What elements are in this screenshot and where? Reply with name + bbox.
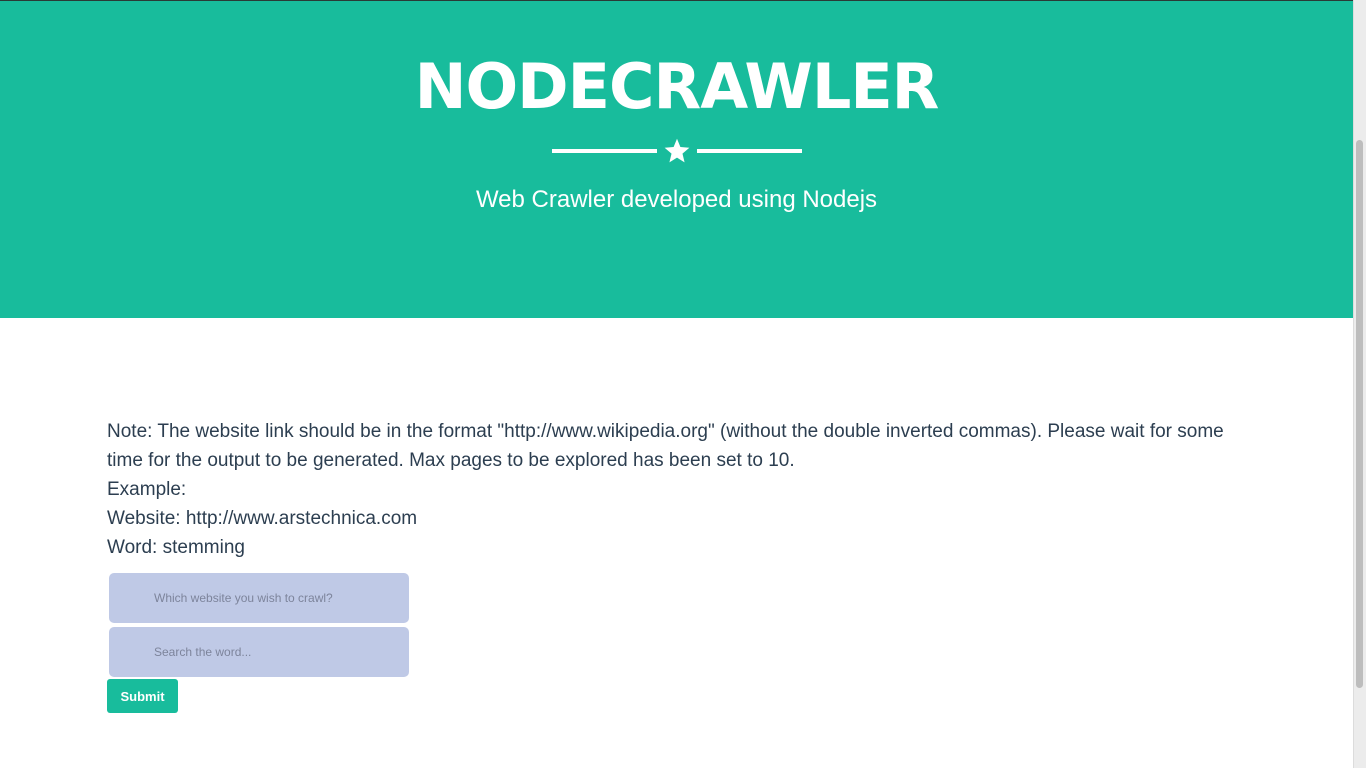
divider-line-left (552, 149, 657, 153)
example-word: Word: stemming (107, 537, 245, 558)
note-text: Note: The website link should be in the … (107, 421, 1224, 471)
page-subtitle: Web Crawler developed using Nodejs (475, 186, 878, 213)
divider-line-right (697, 149, 802, 153)
header-banner: NODECRAWLER Web Crawler developed using … (0, 1, 1353, 318)
page: NODECRAWLER Web Crawler developed using … (0, 0, 1366, 768)
search-word-input[interactable] (109, 627, 409, 677)
page-title: NODECRAWLER (414, 50, 940, 123)
example-website: Website: http://www.arstechnica.com (107, 508, 418, 529)
example-heading: Example: (107, 479, 187, 500)
submit-button[interactable]: Submit (107, 679, 178, 713)
star-icon (664, 138, 690, 163)
instructions: Note: The website link should be in the … (107, 417, 1257, 562)
star-divider (552, 137, 802, 165)
website-input[interactable] (109, 573, 409, 623)
scrollbar-thumb[interactable] (1356, 140, 1363, 688)
